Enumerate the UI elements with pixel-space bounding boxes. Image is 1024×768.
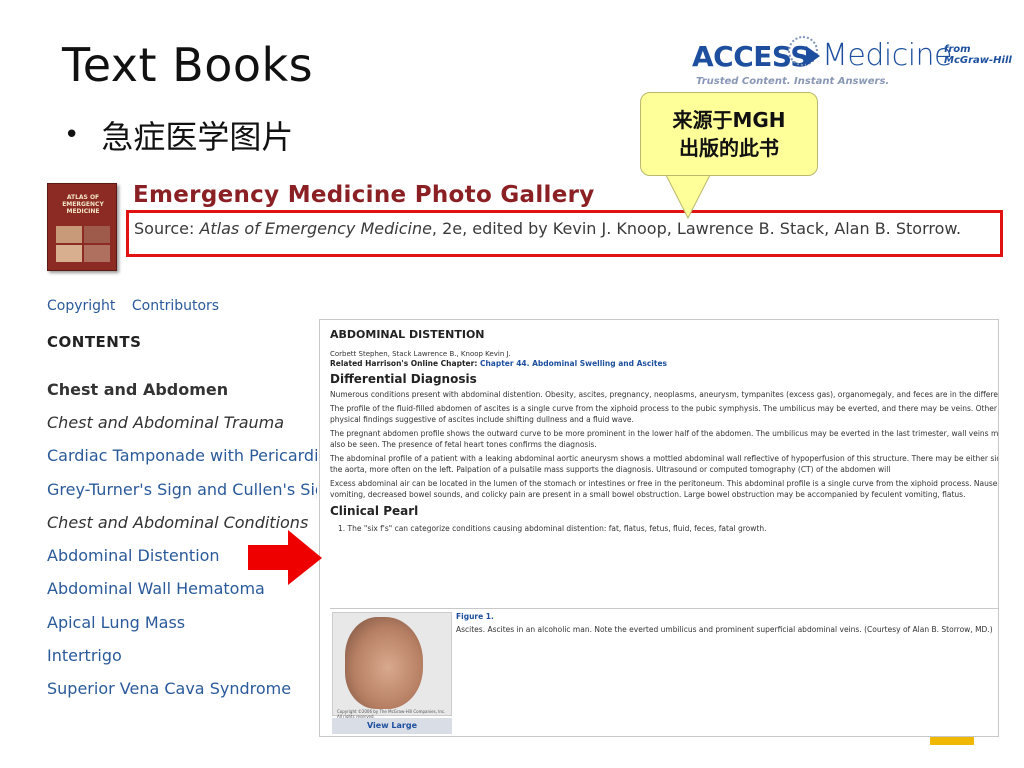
clinical-pearl-heading: Clinical Pearl	[330, 504, 419, 518]
sidebar-item-cardiac-tamponade[interactable]: Cardiac Tamponade with Pericardial Effus…	[47, 446, 317, 479]
accessmedicine-logo: ACCESS Medicine from McGraw-Hill Trusted…	[692, 36, 1012, 96]
source-suffix: , 2e, edited by Kevin J. Knoop, Lawrence…	[431, 219, 962, 238]
logo-medicine-text: Medicine	[822, 38, 953, 73]
bullet-text: 急症医学图片	[101, 118, 294, 156]
sidebar-subheading-trauma: Chest and Abdominal Trauma	[47, 413, 285, 432]
related-chapter-link[interactable]: Chapter 44. Abdominal Swelling and Ascit…	[480, 359, 667, 368]
bullet-dot: •	[64, 120, 80, 150]
source-highlight-box: Source: Atlas of Emergency Medicine, 2e,…	[126, 210, 1003, 257]
logo-tagline: Trusted Content. Instant Answers.	[696, 76, 890, 87]
slide-title: Text Books	[62, 38, 314, 92]
figure-caption: Ascites. Ascites in an alcoholic man. No…	[456, 625, 993, 634]
source-prefix: Source:	[134, 219, 200, 238]
ascites-photo	[345, 617, 423, 709]
view-large-button[interactable]: View Large	[332, 718, 452, 734]
logo-from-text: from McGraw-Hill	[944, 44, 1012, 66]
clinical-pearl-item: 1. The "six f's" can categorize conditio…	[338, 524, 767, 533]
slide-bullet: • 急症医学图片	[64, 112, 293, 158]
article-paragraph: The abdominal profile of a patient with …	[330, 454, 999, 474]
article-paragraph: Numerous conditions present with abdomin…	[330, 390, 999, 399]
callout-note: 来源于MGH 出版的此书	[640, 92, 818, 176]
related-chapter: Related Harrison's Online Chapter: Chapt…	[330, 359, 998, 368]
contributors-link[interactable]: Contributors	[132, 298, 219, 314]
differential-diagnosis-heading: Differential Diagnosis	[330, 372, 477, 386]
figure-thumbnail[interactable]: Copyright ©2006 by The McGraw-Hill Compa…	[332, 612, 452, 719]
top-links: Copyright Contributors	[47, 298, 231, 314]
article-paragraph: The profile of the fluid-filled abdomen …	[330, 404, 997, 424]
section-heading: Chest and Abdomen	[47, 380, 229, 399]
sidebar-item-grey-turner[interactable]: Grey-Turner's Sign and Cullen's Sign	[47, 480, 317, 513]
copyright-link[interactable]: Copyright	[47, 298, 115, 314]
figure-section: Copyright ©2006 by The McGraw-Hill Compa…	[330, 608, 998, 736]
source-book-title: Atlas of Emergency Medicine	[199, 219, 432, 238]
logo-from-line1: from	[944, 44, 971, 55]
article-paragraph: The pregnant abdomen profile shows the o…	[330, 429, 999, 449]
logo-arrow-icon	[806, 46, 820, 66]
article-panel: ABDOMINAL DISTENTION Corbett Stephen, St…	[319, 319, 999, 737]
article-title: ABDOMINAL DISTENTION	[330, 328, 485, 341]
article-paragraph: Excess abdominal air can be located in t…	[330, 479, 999, 499]
gallery-title: Emergency Medicine Photo Gallery	[133, 182, 595, 208]
sidebar-item-apical-lung-mass[interactable]: Apical Lung Mass	[47, 613, 317, 646]
sidebar-item-svc-syndrome[interactable]: Superior Vena Cava Syndrome	[47, 679, 317, 712]
sidebar-item-intertrigo[interactable]: Intertrigo	[47, 646, 317, 679]
book-cover-image[interactable]: ATLAS OF EMERGENCY MEDICINE	[47, 183, 117, 271]
book-cover-title: ATLAS OF EMERGENCY MEDICINE	[62, 194, 104, 215]
red-arrow-icon	[248, 530, 322, 585]
contents-heading: CONTENTS	[47, 333, 142, 351]
logo-from-line2: McGraw-Hill	[944, 55, 1012, 66]
related-prefix: Related Harrison's Online Chapter:	[330, 359, 480, 368]
article-authors: Corbett Stephen, Stack Lawrence B., Knoo…	[330, 350, 511, 358]
figure-label-link[interactable]: Figure 1.	[456, 612, 494, 621]
callout-tail	[665, 174, 711, 220]
slide-accent-bar	[930, 737, 974, 745]
book-cover-photos	[56, 226, 110, 262]
